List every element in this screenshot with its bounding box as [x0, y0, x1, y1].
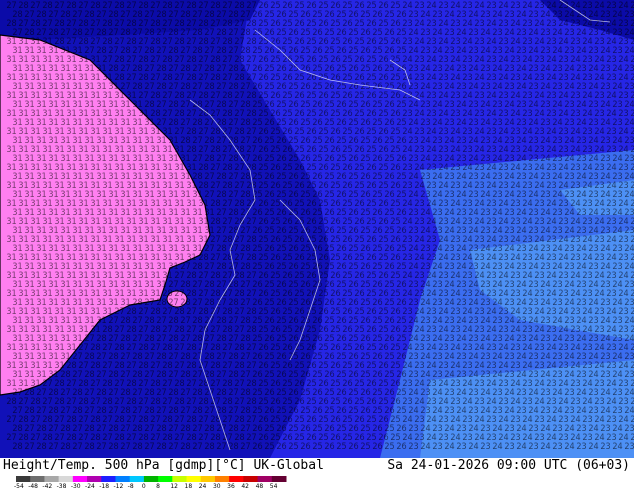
temperature-value: 26	[252, 442, 262, 452]
legend-swatch	[214, 476, 230, 482]
legend-swatch	[158, 476, 173, 482]
temperature-value: 27	[24, 442, 34, 452]
temperature-labels: 27 28 27 28 27 28 27 28 27 28 27 28 27 28 27 28 27 28 27 28…	[6, 1, 634, 452]
legend-swatch	[115, 476, 131, 482]
temperature-value: 23	[528, 442, 538, 452]
temperature-value: 24	[612, 442, 622, 452]
weather-map: 27 28 27 28 27 28 27 28 27 28 27 28 27 28 27 28 27 28 27 28…	[0, 0, 634, 458]
temperature-value: 27	[240, 442, 250, 452]
temperature-value: 28	[60, 442, 70, 452]
map-datetime: Sa 24-01-2026 09:00 UTC (06+03)	[387, 458, 630, 473]
temperature-value: 28	[108, 442, 118, 452]
legend-tick: 24	[198, 483, 207, 490]
temperature-value: 26	[396, 442, 406, 452]
legend-swatch	[101, 476, 116, 482]
temperature-value: 24	[468, 442, 478, 452]
temperature-value: 28	[204, 442, 214, 452]
temperature-value: 24	[540, 442, 550, 452]
legend-tick: 54	[269, 483, 278, 490]
temperature-value: 25	[288, 442, 298, 452]
legend-tick: 12	[170, 483, 178, 490]
temperature-value: 27	[96, 442, 106, 452]
map-title: Height/Temp. 500 hPa [gdmp][°C] UK-Globa…	[3, 458, 324, 473]
temperature-value: 25	[336, 442, 346, 452]
legend-tick: -42	[42, 483, 53, 490]
legend-swatch	[229, 476, 244, 482]
temperature-value: 23	[624, 442, 634, 452]
temperature-value: 25	[312, 442, 322, 452]
temperature-value: 26	[300, 442, 310, 452]
temperature-value: 24	[564, 442, 574, 452]
temperature-value: 27	[48, 442, 58, 452]
legend-swatch	[58, 476, 74, 482]
temperature-value: 26	[324, 442, 334, 452]
legend-tick: -54	[14, 483, 24, 490]
temperature-value: 23	[552, 442, 562, 452]
temperature-value: 23	[576, 442, 586, 452]
legend-swatch	[200, 476, 216, 482]
temperature-value: 28	[180, 442, 190, 452]
legend-swatch	[172, 476, 188, 482]
legend-swatch	[30, 476, 45, 482]
temperature-value: 27	[72, 442, 82, 452]
temperature-map-svg: 27 28 27 28 27 28 27 28 27 28 27 28 27 28 27 28 27 28 27 28…	[0, 0, 634, 458]
legend-tick: 18	[184, 483, 193, 490]
temperature-value: 25	[360, 442, 370, 452]
legend-tick: -48	[28, 483, 39, 490]
temperature-value: 27	[192, 442, 202, 452]
temperature-value: 26	[372, 442, 382, 452]
legend-tick: -12	[113, 483, 124, 490]
temperature-value: 28	[228, 442, 238, 452]
temperature-value: 24	[516, 442, 526, 452]
temperature-value: 28	[156, 442, 166, 452]
legend-tick: 36	[227, 483, 235, 490]
temperature-value: 24	[420, 442, 430, 452]
temperature-value: 23	[432, 442, 442, 452]
temperature-value: 27	[168, 442, 178, 452]
legend-swatch	[257, 476, 273, 482]
temperature-value: 26	[348, 442, 358, 452]
legend-swatch	[16, 476, 31, 482]
temperature-value: 23	[456, 442, 466, 452]
legend-swatch	[243, 476, 259, 482]
legend-tick: -30	[70, 483, 81, 490]
temperature-value: 26	[276, 442, 286, 452]
legend-tick: -18	[99, 483, 110, 490]
legend-tick: 0	[141, 483, 146, 490]
temperature-value: 23	[408, 442, 418, 452]
temperature-value: 28	[36, 442, 46, 452]
temperature-value: 24	[588, 442, 598, 452]
temperature-value: 27	[144, 442, 154, 452]
legend-swatch	[186, 476, 202, 482]
temperature-value: 28	[12, 442, 22, 452]
footer-bar: Height/Temp. 500 hPa [gdmp][°C] UK-Globa…	[0, 458, 634, 490]
temperature-value: 23	[600, 442, 610, 452]
legend-swatch	[129, 476, 145, 482]
temperature-value: 24	[444, 442, 454, 452]
temperature-value: 28	[84, 442, 94, 452]
color-legend	[16, 476, 287, 482]
legend-tick: -38	[56, 483, 67, 490]
temperature-value: 25	[384, 442, 394, 452]
temperature-value: 27	[216, 442, 226, 452]
legend-tick: 42	[241, 483, 249, 490]
legend-swatch	[271, 476, 287, 482]
legend-swatch	[143, 476, 159, 482]
legend-tick: -24	[85, 483, 95, 490]
legend-tick: 30	[212, 483, 221, 490]
temperature-value: 24	[492, 442, 502, 452]
legend-tick: -8	[127, 483, 134, 490]
legend-swatch	[72, 476, 88, 482]
legend-tick: 48	[255, 483, 264, 490]
legend-swatch	[87, 476, 102, 482]
temperature-value: 28	[132, 442, 142, 452]
legend-swatch	[44, 476, 60, 482]
temperature-value: 23	[480, 442, 490, 452]
temperature-value: 25	[264, 442, 274, 452]
temperature-value: 27	[120, 442, 130, 452]
legend-tick: 8	[156, 483, 160, 490]
temperature-value: 23	[504, 442, 514, 452]
